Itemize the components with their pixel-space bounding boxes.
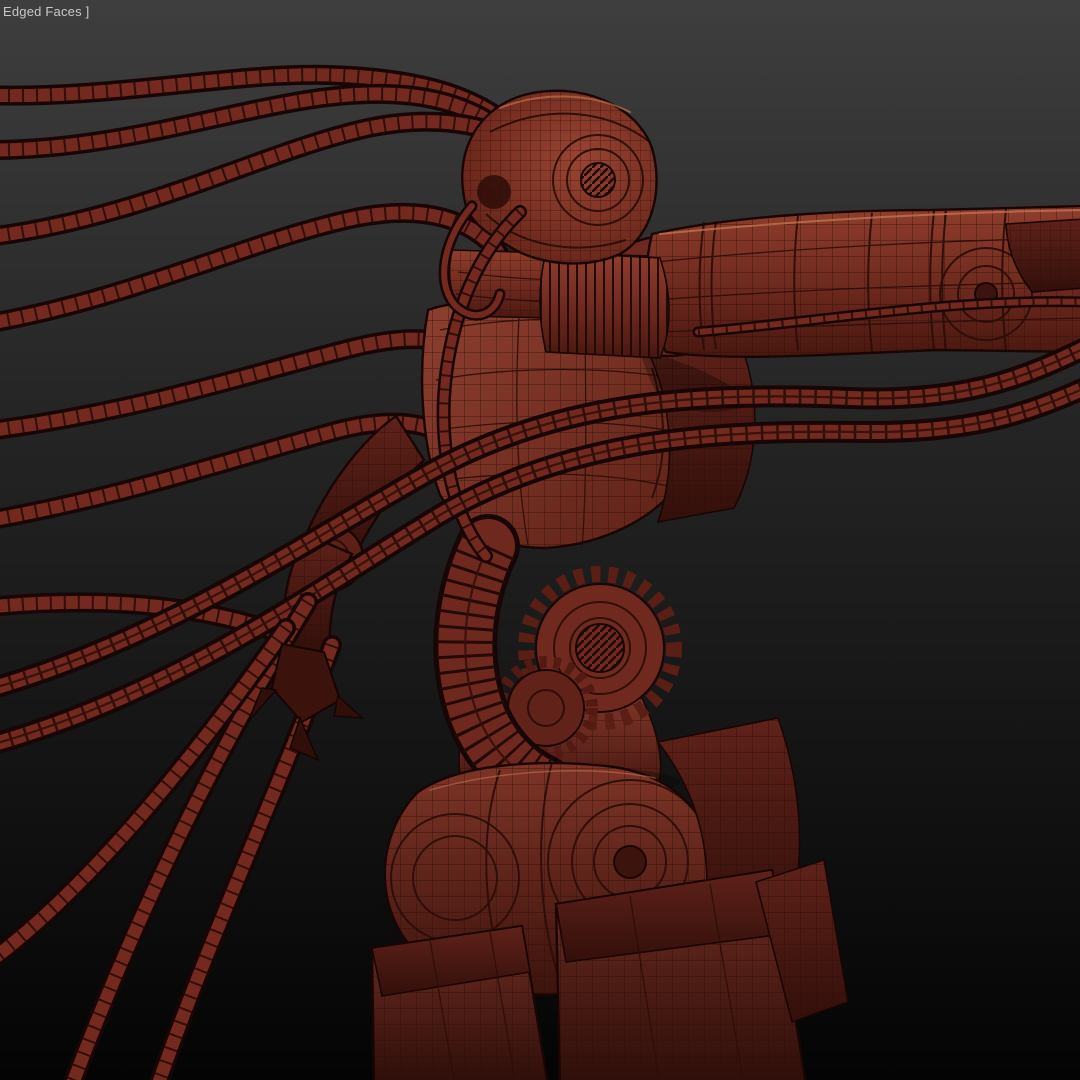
head-side-socket xyxy=(477,175,511,209)
viewport-3d[interactable]: Edged Faces ] xyxy=(0,0,1080,1080)
model-render xyxy=(0,0,1080,1080)
viewport-label-bar: Edged Faces ] xyxy=(3,4,89,19)
viewport-shading-label[interactable]: Edged Faces ] xyxy=(3,4,89,19)
